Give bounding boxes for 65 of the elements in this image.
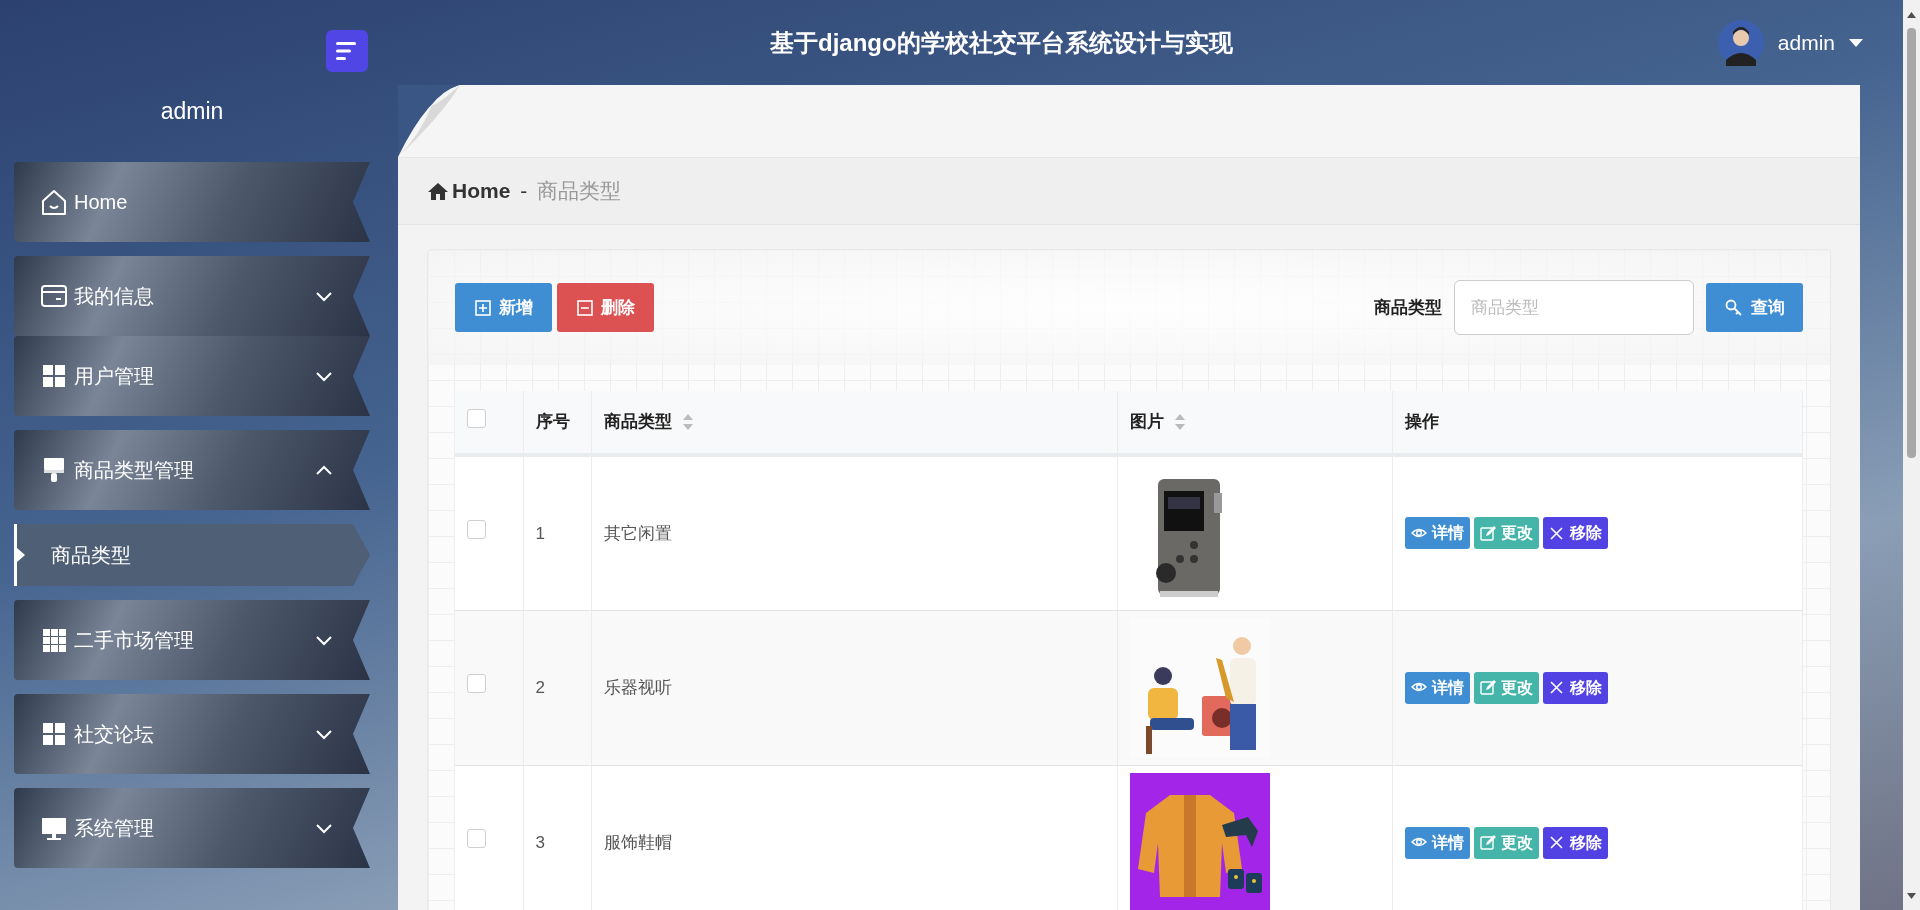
search-button[interactable]: 查询 [1706,283,1803,332]
username: admin [159,97,225,126]
close-icon [1548,525,1565,541]
breadcrumb-current: 商品类型 [537,178,622,205]
table-cell: 1 [535,523,545,543]
table-cell: 服饰鞋帽 [603,832,672,852]
remove-button[interactable]: 移除 [1542,826,1608,859]
view-button[interactable]: 详情 [1404,671,1470,704]
edit-icon [1479,835,1496,850]
avatar [1717,19,1764,66]
table-cell: 2 [535,677,545,697]
caret-icon [1849,37,1863,48]
sidebar-item[interactable]: 系统管理 [14,788,370,868]
user-menu[interactable]: admin [1717,19,1863,66]
search-field[interactable]: 商品类型 [1454,280,1694,335]
app-title: 基于django的学校社交平台系统设计与实现 [770,27,1233,58]
edit-icon [1479,525,1496,541]
edit-button[interactable]: 更改 [1473,671,1539,704]
search-icon [1724,298,1743,317]
remove-button[interactable]: 移除 [1542,517,1608,550]
sidebar-subitem[interactable]: 商品类型 [14,524,370,586]
select-all-checkbox[interactable] [467,408,486,428]
search-label: 商品类型 [1374,296,1442,319]
table-cell: 乐器视听 [603,677,672,697]
grid-icon [40,720,68,748]
vertical-scrollbar[interactable] [1903,0,1920,910]
column-header[interactable]: 商品类型 [591,391,1117,455]
row-checkbox[interactable] [467,829,486,849]
table-cell: 3 [535,832,545,852]
delete-button[interactable]: 删除 [557,283,654,332]
row-checkbox[interactable] [467,520,486,539]
menu-icon [336,41,358,61]
remove-button[interactable]: 移除 [1542,671,1608,704]
sidebar-item[interactable]: Home [14,162,370,242]
sort-icon[interactable] [681,413,694,431]
wallet-icon [40,282,68,310]
home-icon [428,182,448,200]
row-checkbox[interactable] [467,674,486,694]
column-header[interactable]: 图片 [1117,391,1392,455]
edit-button[interactable]: 更改 [1473,826,1539,859]
breadcrumb-separator: - [520,178,528,205]
edit-icon [1479,680,1496,695]
breadcrumb-home-link[interactable]: Home [428,175,511,207]
sidebar-item[interactable]: 用户管理 [14,336,370,416]
table-cell: 其它闲置 [603,523,672,543]
minus-square-icon [576,299,593,316]
apps-icon [40,626,68,654]
grid-icon [40,362,68,390]
close-icon [1548,680,1565,695]
selection-marker-icon [17,548,25,562]
plus-square-icon [474,299,491,316]
sidebar-item[interactable]: 二手市场管理 [14,600,370,680]
add-button[interactable]: 新增 [455,283,552,332]
menu-button[interactable] [326,30,368,72]
home-icon [40,188,68,216]
edit-button[interactable]: 更改 [1473,517,1539,550]
view-button[interactable]: 详情 [1404,517,1470,550]
sort-icon[interactable] [1173,413,1186,431]
sidebar-item[interactable]: 社交论坛 [14,694,370,774]
sidebar-item[interactable]: 我的信息 [14,256,370,336]
column-header[interactable]: 序号 [523,391,591,455]
column-header[interactable]: 操作 [1392,391,1803,455]
close-icon [1548,835,1565,850]
view-button[interactable]: 详情 [1404,826,1470,859]
sidebar-item[interactable]: 商品类型管理 [14,430,370,510]
